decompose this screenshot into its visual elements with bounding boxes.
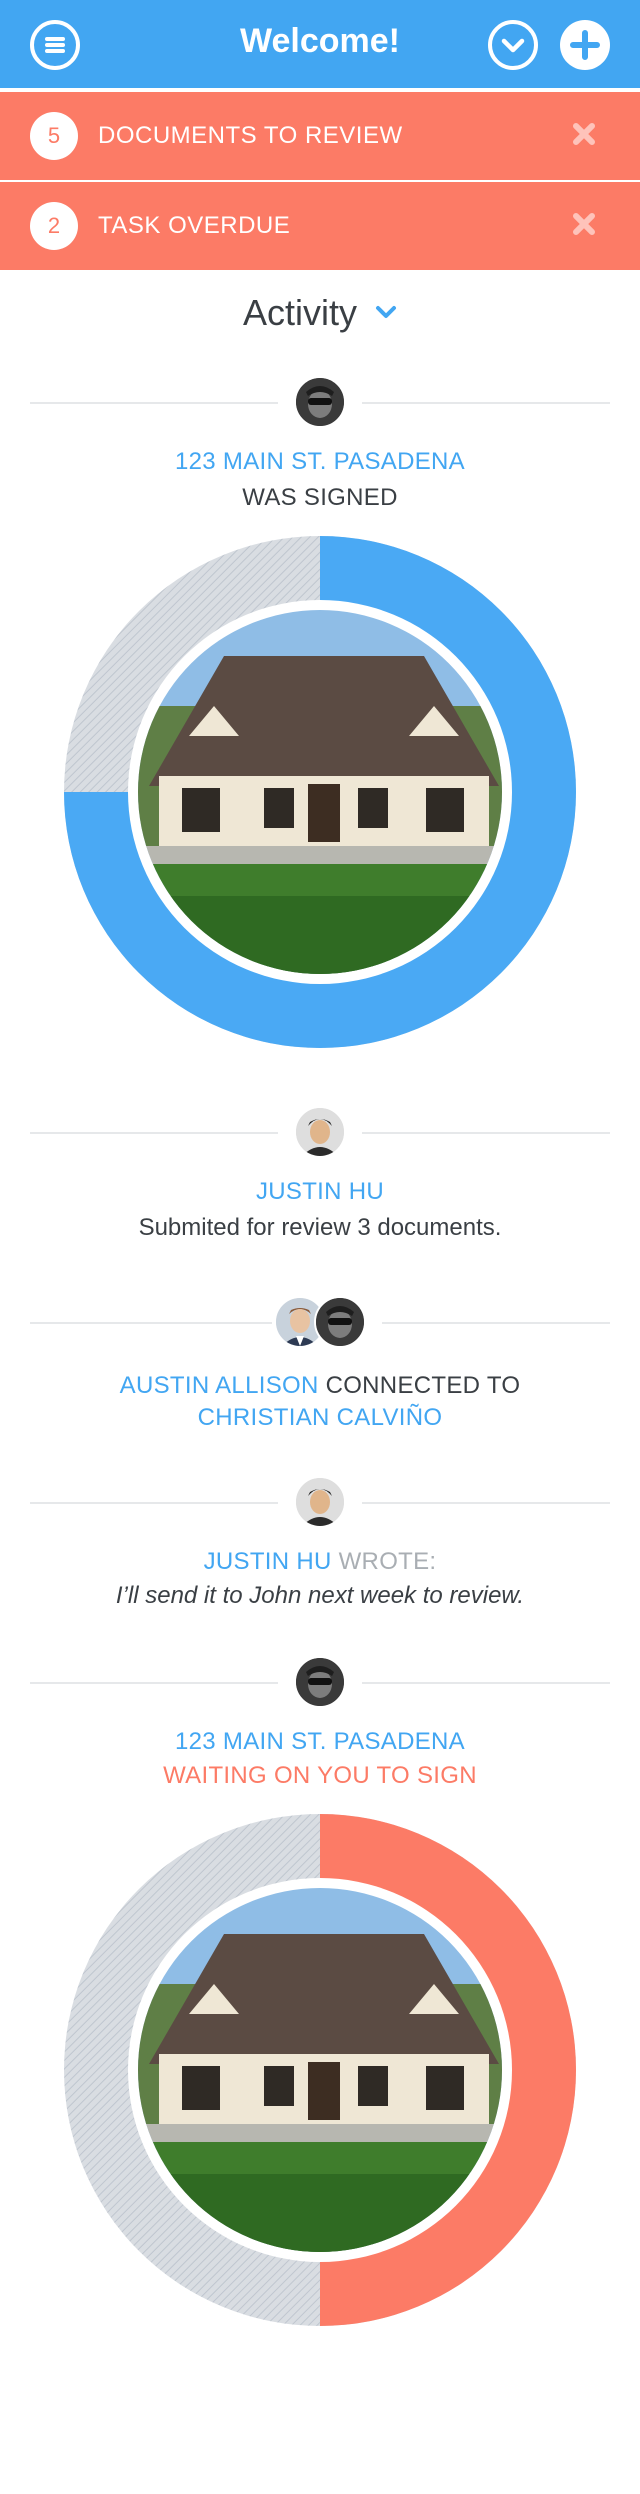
user-name[interactable]: AUSTIN ALLISON (120, 1372, 319, 1399)
notification-label: TASK OVERDUE (98, 212, 291, 239)
property-status: WAITING ON YOU TO SIGN (163, 1762, 477, 1789)
divider (30, 402, 278, 404)
avatar[interactable] (294, 376, 346, 428)
divider (30, 1132, 278, 1134)
avatar-person-icon (296, 1478, 344, 1526)
property-address[interactable]: 123 MAIN ST. PASADENA (0, 448, 640, 476)
avatar-sunglasses-icon (316, 1298, 364, 1346)
dropdown-button[interactable] (488, 20, 538, 70)
notification-documents[interactable]: 5 DOCUMENTS TO REVIEW (0, 92, 640, 180)
activity-filter[interactable]: Activity (0, 292, 640, 334)
plus-icon (570, 30, 600, 60)
message-text: I’ll send it to John next week to review… (115, 1582, 525, 1609)
page-title: Welcome! (240, 22, 400, 60)
message-verb: WROTE: (338, 1548, 437, 1575)
divider (30, 1682, 278, 1684)
connection-verb: CONNECTED TO (325, 1372, 521, 1399)
divider (362, 1502, 610, 1504)
divider (30, 1322, 272, 1324)
chevron-down-icon (376, 306, 397, 319)
divider (362, 1682, 610, 1684)
avatar[interactable] (294, 1106, 346, 1158)
avatar-sunglasses-icon (296, 1658, 344, 1706)
property-address[interactable]: 123 MAIN ST. PASADENA (0, 1728, 640, 1756)
message-header: JUSTIN HU WROTE: (0, 1548, 640, 1576)
close-icon[interactable] (568, 118, 600, 150)
progress-ring[interactable] (64, 1814, 576, 2326)
activity-label: Activity (242, 292, 357, 333)
notification-label: DOCUMENTS TO REVIEW (98, 122, 403, 149)
notification-count: 5 (30, 112, 78, 160)
user-name[interactable]: JUSTIN HU (0, 1178, 640, 1206)
add-button[interactable] (560, 20, 610, 70)
avatar[interactable] (314, 1296, 366, 1348)
header-bar: Welcome! (0, 0, 640, 88)
divider (30, 1502, 278, 1504)
user-name[interactable]: JUSTIN HU (204, 1548, 332, 1575)
chevron-down-icon (501, 38, 525, 53)
divider (362, 1132, 610, 1134)
divider (382, 1322, 610, 1324)
property-status: WAS SIGNED (242, 484, 398, 511)
avatar[interactable] (294, 1656, 346, 1708)
avatar-sunglasses-icon (296, 378, 344, 426)
user-name[interactable]: CHRISTIAN CALVIÑO (0, 1404, 640, 1432)
avatar[interactable] (294, 1476, 346, 1528)
avatar-person-icon (296, 1108, 344, 1156)
notification-count: 2 (30, 202, 78, 250)
divider (362, 402, 610, 404)
connection-line: AUSTIN ALLISON CONNECTED TO (0, 1372, 640, 1400)
progress-ring[interactable] (64, 536, 576, 1048)
close-icon[interactable] (568, 208, 600, 240)
activity-text: Submited for review 3 documents. (138, 1214, 502, 1241)
notification-tasks[interactable]: 2 TASK OVERDUE (0, 182, 640, 270)
